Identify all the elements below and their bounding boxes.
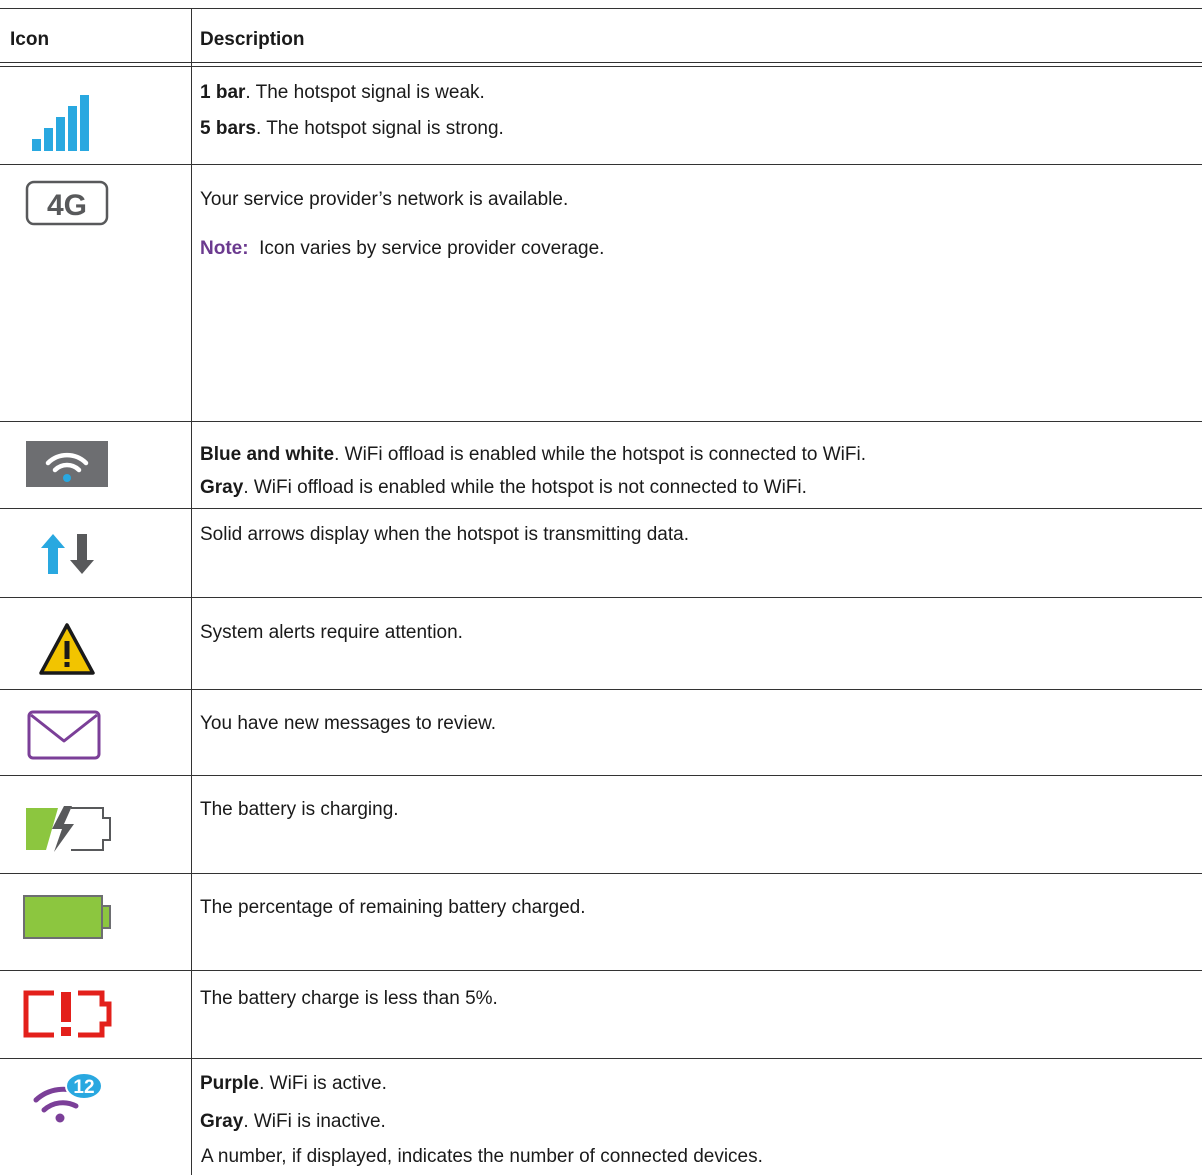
description-text: . WiFi offload is enabled while the hots… xyxy=(334,444,866,465)
4g-label: 4G xyxy=(47,189,87,222)
icon-cell xyxy=(0,775,191,873)
icon-cell: 12 xyxy=(0,1058,191,1175)
description-cell: Solid arrows display when the hotspot is… xyxy=(200,508,1202,597)
icon-cell: 4G xyxy=(0,164,191,421)
icon-cell xyxy=(0,508,191,597)
header-icon: Icon xyxy=(10,29,50,50)
description-cell: The battery is charging. xyxy=(200,775,1202,873)
table-row: The battery is charging. xyxy=(0,775,1202,873)
device-count-badge: 12 xyxy=(73,1077,94,1098)
description-cell: Blue and white. WiFi offload is enabled … xyxy=(200,421,1202,508)
table-row: System alerts require attention. xyxy=(0,597,1202,689)
icon-cell xyxy=(0,970,191,1058)
description-cell: 1 bar. The hotspot signal is weak. 5 bar… xyxy=(200,65,1202,164)
wifi-devices-icon: 12 xyxy=(33,1072,103,1123)
description-text: . WiFi offload is enabled while the hots… xyxy=(243,477,807,498)
warning-triangle-icon xyxy=(39,623,95,675)
emphasis-text: Purple xyxy=(200,1073,260,1094)
note-line: Note: Icon varies by service provider co… xyxy=(200,238,604,260)
battery-full-icon xyxy=(23,895,111,939)
battery-low-icon xyxy=(23,990,112,1038)
table-top-border xyxy=(0,8,1202,9)
note-text: Icon varies by service provider coverage… xyxy=(259,238,605,259)
emphasis-text: 5 bars xyxy=(200,118,256,139)
description-cell: The battery charge is less than 5%. xyxy=(200,970,1202,1058)
signal-bars-icon xyxy=(32,95,89,151)
description-line: Gray. WiFi offload is enabled while the … xyxy=(200,477,807,499)
description-cell: System alerts require attention. xyxy=(200,597,1202,689)
header-description: Description xyxy=(200,29,305,50)
icon-description-table: Icon Description 1 bar. The hotspot sign… xyxy=(0,0,1202,1175)
icon-cell xyxy=(0,65,191,164)
description-line: The battery charge is less than 5%. xyxy=(200,988,498,1009)
icon-cell xyxy=(0,597,191,689)
battery-charging-icon xyxy=(26,806,111,852)
data-transfer-arrows-icon xyxy=(41,534,94,574)
description-text: . WiFi is inactive. xyxy=(243,1111,386,1132)
table-row: 4G Your service provider’s network is av… xyxy=(0,164,1202,421)
description-cell: The percentage of remaining battery char… xyxy=(200,873,1202,970)
description-line: System alerts require attention. xyxy=(200,622,463,643)
description-line: You have new messages to review. xyxy=(200,713,497,734)
emphasis-text: Gray xyxy=(200,1111,244,1132)
table-row: You have new messages to review. xyxy=(0,689,1202,775)
description-text: . WiFi is active. xyxy=(259,1073,387,1094)
icon-cell xyxy=(0,421,191,508)
description-cell: Purple. WiFi is active. Gray. WiFi is in… xyxy=(200,1058,1202,1175)
description-line: 1 bar. The hotspot signal is weak. xyxy=(200,82,485,104)
emphasis-text: Gray xyxy=(200,477,244,498)
emphasis-text: Blue and white xyxy=(200,444,335,465)
table-row: 12 Purple. WiFi is active. Gray. WiFi is… xyxy=(0,1058,1202,1175)
description-text: . The hotspot signal is strong. xyxy=(255,118,504,139)
description-line: Your service provider’s network is avail… xyxy=(200,189,569,210)
4g-network-icon: 4G xyxy=(25,180,109,226)
description-line: The battery is charging. xyxy=(200,799,399,820)
description-line: Blue and white. WiFi offload is enabled … xyxy=(200,444,866,466)
envelope-icon xyxy=(27,710,101,760)
description-cell: Your service provider’s network is avail… xyxy=(200,164,1202,421)
table-row: The battery charge is less than 5%. xyxy=(0,970,1202,1058)
icon-cell xyxy=(0,873,191,970)
icon-cell xyxy=(0,689,191,775)
description-line: 5 bars. The hotspot signal is strong. xyxy=(200,118,504,140)
table-row: The percentage of remaining battery char… xyxy=(0,873,1202,970)
table-row: Solid arrows display when the hotspot is… xyxy=(0,508,1202,597)
description-line: The percentage of remaining battery char… xyxy=(200,897,586,918)
description-line: A number, if displayed, indicates the nu… xyxy=(201,1146,763,1167)
header-divider xyxy=(0,62,1202,63)
emphasis-text: 1 bar xyxy=(200,82,246,103)
description-line: Purple. WiFi is active. xyxy=(200,1073,387,1095)
description-cell: You have new messages to review. xyxy=(200,689,1202,775)
table-row: Blue and white. WiFi offload is enabled … xyxy=(0,421,1202,508)
description-text: . The hotspot signal is weak. xyxy=(245,82,485,103)
wifi-offload-icon xyxy=(26,441,108,487)
description-line: Solid arrows display when the hotspot is… xyxy=(200,524,689,545)
description-line: Gray. WiFi is inactive. xyxy=(200,1111,386,1133)
table-row: 1 bar. The hotspot signal is weak. 5 bar… xyxy=(0,65,1202,164)
note-label: Note: xyxy=(200,238,249,259)
